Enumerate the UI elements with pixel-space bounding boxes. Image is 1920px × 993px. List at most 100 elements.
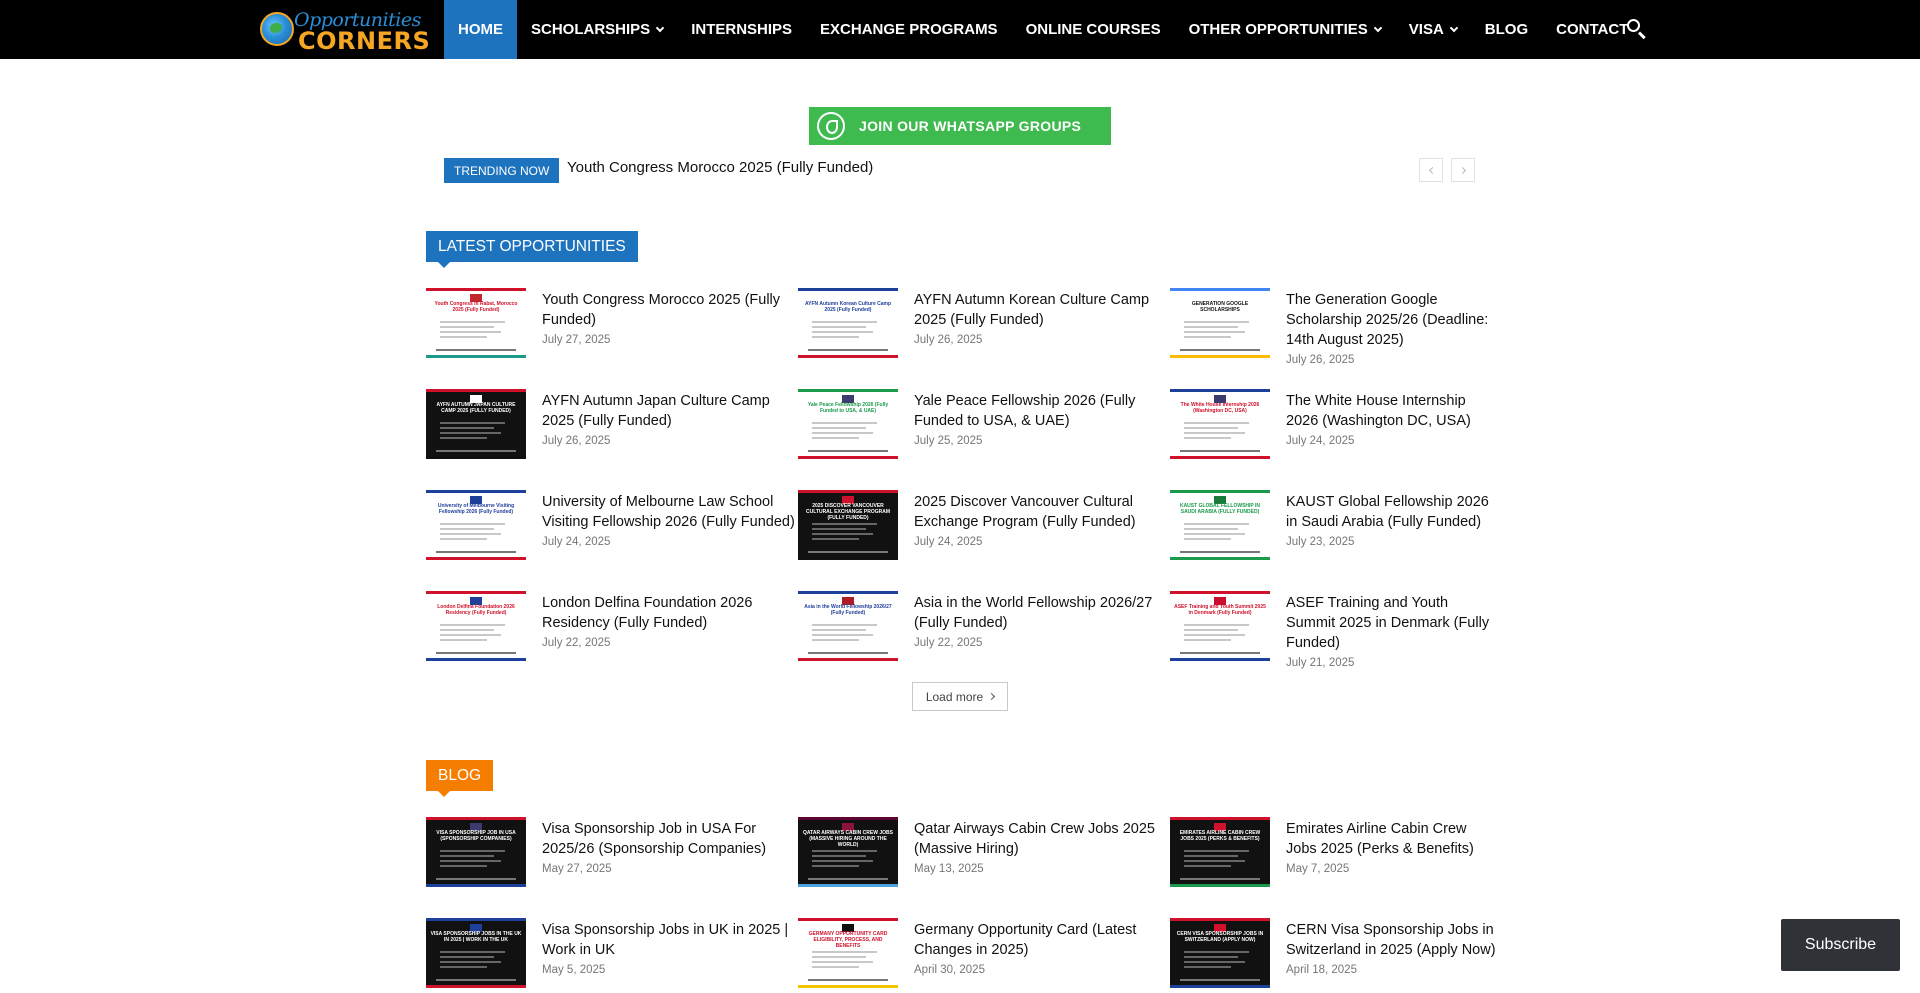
post-date: May 7, 2025: [1286, 863, 1350, 875]
post-info: ASEF Training and Youth Summit 2025 in D…: [1286, 591, 1496, 692]
nav-item-internships[interactable]: INTERNSHIPS: [677, 0, 806, 59]
trending-post-link[interactable]: Youth Congress Morocco 2025 (Fully Funde…: [567, 159, 873, 176]
post-thumbnail[interactable]: London Delfina Foundation 2026 Residency…: [426, 591, 526, 661]
site-logo[interactable]: Opportunities CORNERS: [260, 9, 430, 55]
latest-opportunities-grid: Youth Congress in Rabat, Morocco 2025 (F…: [426, 288, 1496, 692]
thumbnail-url: [808, 878, 888, 880]
post-thumbnail[interactable]: VISA SPONSORSHIP JOBS IN THE UK IN 2025 …: [426, 918, 526, 988]
post-date: April 30, 2025: [914, 964, 985, 976]
post-item: GENERATION GOOGLE SCHOLARSHIPS The Genera…: [1170, 288, 1496, 389]
post-date: July 26, 2025: [1286, 354, 1355, 366]
post-title[interactable]: CERN Visa Sponsorship Jobs in Switzerlan…: [1286, 920, 1496, 960]
nav-item-label: CONTACT: [1556, 21, 1629, 38]
post-thumbnail[interactable]: QATAR AIRWAYS CABIN CREW JOBS (MASSIVE H…: [798, 817, 898, 887]
nav-item-home[interactable]: HOME: [444, 0, 517, 59]
post-title[interactable]: Visa Sponsorship Job in USA For 2025/26 …: [542, 819, 798, 859]
thumbnail-caption: VISA SPONSORSHIP JOB IN USA (SPONSORSHIP…: [436, 830, 516, 842]
post-title[interactable]: AYFN Autumn Korean Culture Camp 2025 (Fu…: [914, 290, 1170, 330]
post-thumbnail[interactable]: GERMANY OPPORTUNITY CARD ELIGIBILITY, PR…: [798, 918, 898, 988]
nav-item-blog[interactable]: BLOG: [1471, 0, 1542, 59]
post-thumbnail[interactable]: AYFN AUTUMN JAPAN CULTURE CAMP 2025 (FUL…: [426, 389, 526, 459]
thumbnail-url: [1180, 450, 1260, 452]
search-icon[interactable]: [1625, 17, 1649, 41]
trending-prev-button[interactable]: [1419, 158, 1443, 182]
nav-item-exchange-programs[interactable]: EXCHANGE PROGRAMS: [806, 0, 1012, 59]
post-thumbnail[interactable]: KAUST GLOBAL FELLOWSHIP IN SAUDI ARABIA …: [1170, 490, 1270, 560]
nav-item-scholarships[interactable]: SCHOLARSHIPS: [517, 0, 677, 59]
post-info: Germany Opportunity Card (Latest Changes…: [914, 918, 1170, 993]
post-info: University of Melbourne Law School Visit…: [542, 490, 798, 591]
thumbnail-caption: Asia in the World Fellowship 2026/27 (Fu…: [804, 604, 892, 616]
post-thumbnail[interactable]: Yale Peace Fellowship 2026 (Fully Funded…: [798, 389, 898, 459]
thumbnail-url: [436, 878, 516, 880]
trending-next-button[interactable]: [1451, 158, 1475, 182]
load-more-button[interactable]: Load more: [912, 682, 1008, 711]
post-thumbnail[interactable]: University of Melbourne Visiting Fellows…: [426, 490, 526, 560]
nav-item-label: VISA: [1408, 21, 1444, 38]
thumbnail-bullets: [812, 850, 884, 870]
post-thumbnail[interactable]: AYFN Autumn Korean Culture Camp 2025 (Fu…: [798, 288, 898, 358]
post-date: July 22, 2025: [914, 637, 983, 649]
post-title[interactable]: KAUST Global Fellowship 2026 in Saudi Ar…: [1286, 492, 1496, 532]
nav-item-other-opportunities[interactable]: OTHER OPPORTUNITIES: [1175, 0, 1395, 59]
post-thumbnail[interactable]: GENERATION GOOGLE SCHOLARSHIPS: [1170, 288, 1270, 358]
post-thumbnail[interactable]: ASEF Training and Youth Summit 2025 in D…: [1170, 591, 1270, 661]
post-title[interactable]: AYFN Autumn Japan Culture Camp 2025 (Ful…: [542, 391, 798, 431]
thumbnail-url: [808, 652, 888, 654]
latest-opportunities-heading: LATEST OPPORTUNITIES: [426, 231, 638, 268]
post-title[interactable]: 2025 Discover Vancouver Cultural Exchang…: [914, 492, 1170, 532]
post-item: Yale Peace Fellowship 2026 (Fully Funded…: [798, 389, 1170, 490]
post-thumbnail[interactable]: 2025 DISCOVER VANCOUVER CULTURAL EXCHANG…: [798, 490, 898, 560]
nav-item-online-courses[interactable]: ONLINE COURSES: [1012, 0, 1175, 59]
nav-item-visa[interactable]: VISA: [1395, 0, 1471, 59]
thumbnail-bullets: [440, 321, 512, 341]
post-title[interactable]: Visa Sponsorship Jobs in UK in 2025 | Wo…: [542, 920, 798, 960]
thumbnail-url: [436, 979, 516, 981]
post-thumbnail[interactable]: Youth Congress in Rabat, Morocco 2025 (F…: [426, 288, 526, 358]
thumbnail-url: [808, 450, 888, 452]
post-date: May 27, 2025: [542, 863, 612, 875]
post-title[interactable]: ASEF Training and Youth Summit 2025 in D…: [1286, 593, 1496, 653]
post-date: May 13, 2025: [914, 863, 984, 875]
chevron-down-icon: [1373, 23, 1383, 32]
thumbnail-url: [436, 551, 516, 553]
post-item: 2025 DISCOVER VANCOUVER CULTURAL EXCHANG…: [798, 490, 1170, 591]
thumbnail-bullets: [1184, 523, 1256, 543]
post-title[interactable]: Youth Congress Morocco 2025 (Fully Funde…: [542, 290, 798, 330]
subscribe-button[interactable]: Subscribe: [1781, 919, 1900, 971]
thumbnail-bullets: [812, 523, 884, 543]
post-title[interactable]: Emirates Airline Cabin Crew Jobs 2025 (P…: [1286, 819, 1496, 859]
post-date: July 22, 2025: [542, 637, 611, 649]
post-title[interactable]: Asia in the World Fellowship 2026/27 (Fu…: [914, 593, 1170, 633]
post-thumbnail[interactable]: The White House Internship 2026 (Washing…: [1170, 389, 1270, 459]
thumbnail-bullets: [812, 422, 884, 442]
thumbnail-caption: ASEF Training and Youth Summit 2025 in D…: [1174, 604, 1266, 616]
post-title[interactable]: Qatar Airways Cabin Crew Jobs 2025 (Mass…: [914, 819, 1170, 859]
post-thumbnail[interactable]: CERN VISA SPONSORSHIP JOBS IN SWITZERLAN…: [1170, 918, 1270, 988]
post-info: London Delfina Foundation 2026 Residency…: [542, 591, 798, 692]
thumbnail-caption: GENERATION GOOGLE SCHOLARSHIPS: [1191, 301, 1249, 313]
post-info: The White House Internship 2026 (Washing…: [1286, 389, 1496, 490]
post-info: KAUST Global Fellowship 2026 in Saudi Ar…: [1286, 490, 1496, 591]
post-item: Asia in the World Fellowship 2026/27 (Fu…: [798, 591, 1170, 692]
post-title[interactable]: London Delfina Foundation 2026 Residency…: [542, 593, 798, 633]
thumbnail-url: [808, 979, 888, 981]
post-thumbnail[interactable]: EMIRATES AIRLINE CABIN CREW JOBS 2025 (P…: [1170, 817, 1270, 887]
whatsapp-banner[interactable]: JOIN OUR WHATSAPP GROUPS: [809, 107, 1111, 145]
post-item: CERN VISA SPONSORSHIP JOBS IN SWITZERLAN…: [1170, 918, 1496, 993]
post-thumbnail[interactable]: VISA SPONSORSHIP JOB IN USA (SPONSORSHIP…: [426, 817, 526, 887]
post-title[interactable]: The Generation Google Scholarship 2025/2…: [1286, 290, 1496, 350]
chevron-down-icon: [655, 23, 665, 32]
post-item: QATAR AIRWAYS CABIN CREW JOBS (MASSIVE H…: [798, 817, 1170, 918]
thumbnail-url: [436, 450, 516, 452]
blog-heading: BLOG: [426, 760, 494, 797]
post-thumbnail[interactable]: Asia in the World Fellowship 2026/27 (Fu…: [798, 591, 898, 661]
thumbnail-caption: Youth Congress in Rabat, Morocco 2025 (F…: [434, 301, 518, 313]
whatsapp-icon: [817, 112, 845, 140]
post-title[interactable]: The White House Internship 2026 (Washing…: [1286, 391, 1496, 431]
load-more-label: Load more: [925, 689, 984, 704]
post-title[interactable]: Yale Peace Fellowship 2026 (Fully Funded…: [914, 391, 1170, 431]
post-title[interactable]: Germany Opportunity Card (Latest Changes…: [914, 920, 1170, 960]
post-title[interactable]: University of Melbourne Law School Visit…: [542, 492, 798, 532]
nav-item-label: EXCHANGE PROGRAMS: [820, 21, 998, 38]
